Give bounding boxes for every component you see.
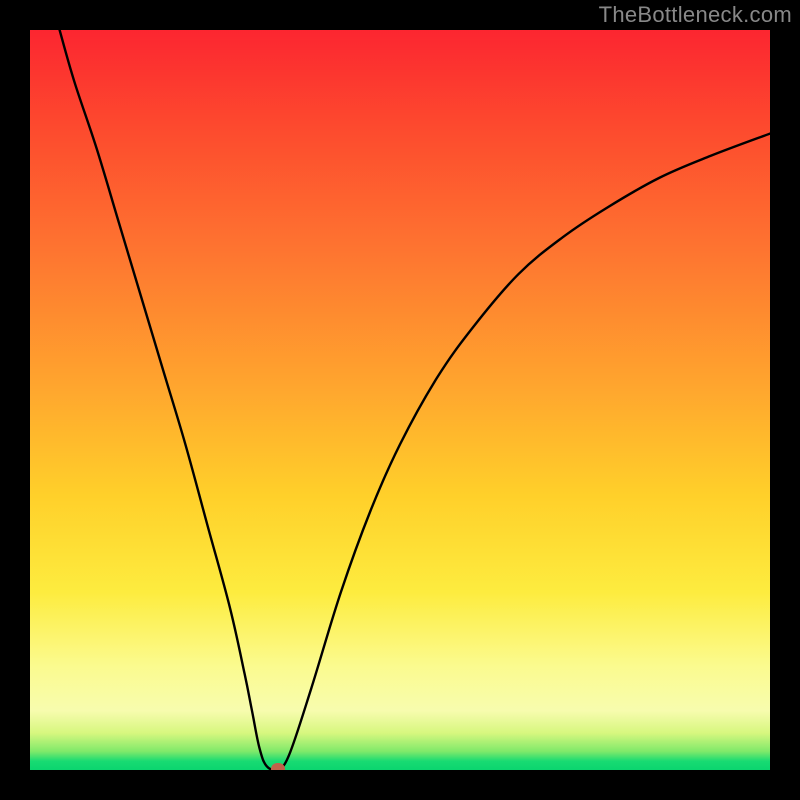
optimal-point-marker (271, 763, 285, 770)
bottleneck-curve (30, 30, 770, 770)
watermark-text: TheBottleneck.com (599, 2, 792, 28)
chart-frame: TheBottleneck.com (0, 0, 800, 800)
plot-area (30, 30, 770, 770)
